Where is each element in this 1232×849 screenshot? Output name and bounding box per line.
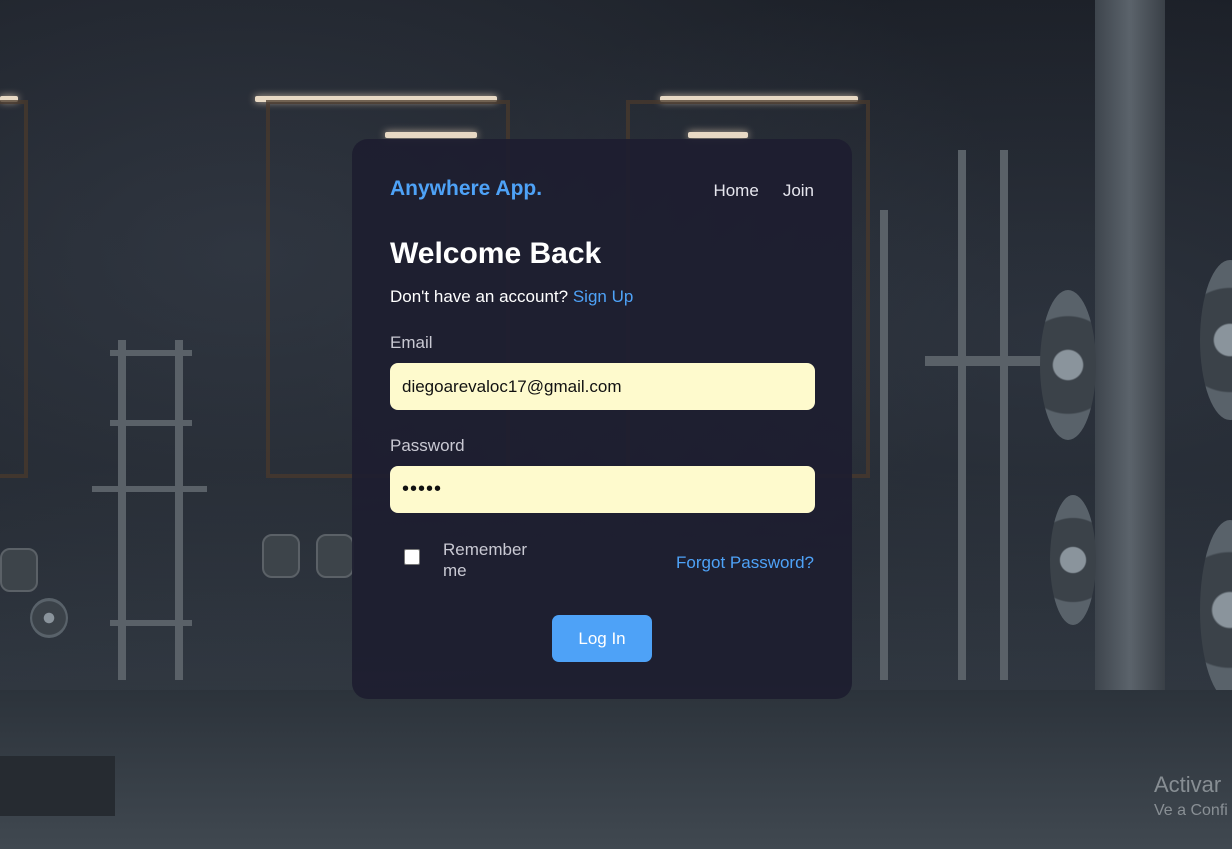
password-label: Password bbox=[390, 436, 465, 455]
login-button[interactable]: Log In bbox=[552, 615, 652, 662]
top-nav: Home Join bbox=[713, 181, 814, 201]
brand-logo-link[interactable]: Anywhere App. bbox=[390, 177, 542, 201]
login-card: Anywhere App. Home Join Welcome Back Don… bbox=[352, 139, 852, 699]
forgot-password-link[interactable]: Forgot Password? bbox=[676, 553, 814, 573]
page-title: Welcome Back bbox=[390, 237, 602, 270]
watermark-line-2: Ve a Confi bbox=[1154, 802, 1228, 819]
email-field[interactable]: diegoarevaloc17@gmail.com bbox=[390, 363, 815, 410]
watermark-line-1: Activar bbox=[1154, 772, 1222, 797]
activation-watermark: Activar Ve a Confi bbox=[1154, 772, 1228, 820]
signup-prompt: Don't have an account? Sign Up bbox=[390, 287, 633, 307]
email-label: Email bbox=[390, 333, 433, 352]
password-field[interactable]: ••••• bbox=[390, 466, 815, 513]
nav-join-link[interactable]: Join bbox=[783, 181, 814, 201]
signup-link[interactable]: Sign Up bbox=[573, 287, 633, 306]
remember-me-checkbox[interactable] bbox=[404, 549, 420, 565]
signup-prompt-text: Don't have an account? bbox=[390, 287, 569, 306]
nav-home-link[interactable]: Home bbox=[713, 181, 758, 201]
remember-me-label[interactable]: Remember me bbox=[443, 539, 543, 581]
